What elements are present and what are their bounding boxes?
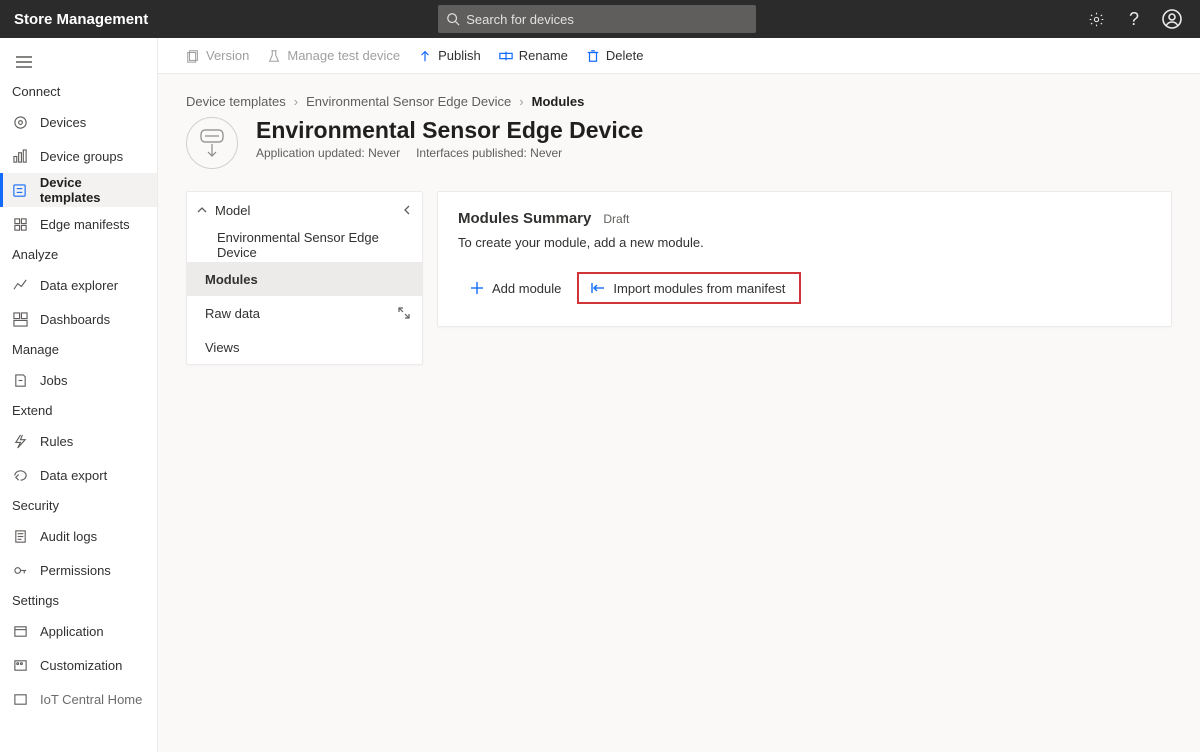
sidebar-item-device-groups[interactable]: Device groups bbox=[0, 139, 157, 173]
import-modules-button[interactable]: Import modules from manifest bbox=[577, 272, 801, 304]
delete-icon bbox=[586, 49, 600, 63]
sidebar-item-permissions[interactable]: Permissions bbox=[0, 553, 157, 587]
crumb-current: Modules bbox=[532, 94, 585, 109]
sidebar-item-dashboards[interactable]: Dashboards bbox=[0, 302, 157, 336]
sidebar-item-rules[interactable]: Rules bbox=[0, 424, 157, 458]
rules-icon bbox=[12, 434, 28, 449]
customization-icon bbox=[12, 658, 28, 673]
account-icon[interactable] bbox=[1162, 9, 1182, 29]
search-icon bbox=[446, 12, 460, 26]
nav-group-settings: Settings bbox=[0, 587, 157, 614]
plus-icon bbox=[470, 281, 484, 295]
search-input[interactable] bbox=[466, 12, 748, 27]
breadcrumb: Device templates › Environmental Sensor … bbox=[186, 94, 1172, 109]
nav-group-connect: Connect bbox=[0, 78, 157, 105]
chevron-left-icon[interactable] bbox=[402, 205, 412, 215]
search-container bbox=[438, 5, 756, 33]
application-icon bbox=[12, 624, 28, 639]
jobs-icon bbox=[12, 373, 28, 388]
sidebar-item-data-explorer[interactable]: Data explorer bbox=[0, 268, 157, 302]
sidebar-item-customization[interactable]: Customization bbox=[0, 648, 157, 682]
search-box[interactable] bbox=[438, 5, 756, 33]
draft-badge: Draft bbox=[603, 212, 629, 226]
crumb-template[interactable]: Environmental Sensor Edge Device bbox=[306, 94, 511, 109]
sidebar-item-application[interactable]: Application bbox=[0, 614, 157, 648]
hamburger-icon[interactable] bbox=[0, 52, 157, 78]
page-title: Environmental Sensor Edge Device bbox=[256, 117, 643, 144]
manage-test-device-icon bbox=[267, 49, 281, 63]
nav-group-analyze: Analyze bbox=[0, 241, 157, 268]
tree-item-modules[interactable]: Modules bbox=[187, 262, 422, 296]
app-title: Store Management bbox=[14, 11, 148, 28]
settings-icon[interactable] bbox=[1086, 9, 1106, 29]
sidebar-item-jobs[interactable]: Jobs bbox=[0, 363, 157, 397]
model-tree-panel: Model Environmental Sensor Edge Device M… bbox=[186, 191, 423, 365]
crumb-root[interactable]: Device templates bbox=[186, 94, 286, 109]
audit-logs-icon bbox=[12, 529, 28, 544]
version-icon bbox=[186, 49, 200, 63]
sidebar: Connect Devices Device groups Device tem… bbox=[0, 38, 158, 752]
modules-summary-title: Modules Summary bbox=[458, 210, 591, 227]
import-icon bbox=[591, 281, 605, 295]
rename-icon bbox=[499, 49, 513, 63]
sidebar-item-iot-central-home[interactable]: IoT Central Home bbox=[0, 682, 157, 716]
cmd-delete[interactable]: Delete bbox=[586, 48, 644, 63]
chevron-right-icon: › bbox=[519, 94, 523, 109]
modules-hint-text: To create your module, add a new module. bbox=[458, 235, 1151, 250]
sidebar-item-devices[interactable]: Devices bbox=[0, 105, 157, 139]
expand-icon[interactable] bbox=[398, 307, 410, 319]
nav-group-manage: Manage bbox=[0, 336, 157, 363]
edge-manifests-icon bbox=[12, 217, 28, 232]
chevron-up-icon bbox=[197, 205, 207, 215]
devices-icon bbox=[12, 115, 28, 130]
cmd-publish[interactable]: Publish bbox=[418, 48, 481, 63]
command-bar: Version Manage test device Publish Renam… bbox=[158, 38, 1200, 74]
cmd-manage-test-device: Manage test device bbox=[267, 48, 400, 63]
sidebar-item-data-export[interactable]: Data export bbox=[0, 458, 157, 492]
tree-model-header[interactable]: Model bbox=[187, 192, 422, 228]
publish-icon bbox=[418, 49, 432, 63]
modules-summary-panel: Modules Summary Draft To create your mod… bbox=[437, 191, 1172, 327]
top-bar: Store Management ? bbox=[0, 0, 1200, 38]
permissions-icon bbox=[12, 563, 28, 578]
device-template-icon bbox=[186, 117, 238, 169]
chevron-right-icon: › bbox=[294, 94, 298, 109]
data-explorer-icon bbox=[12, 278, 28, 293]
sidebar-item-audit-logs[interactable]: Audit logs bbox=[0, 519, 157, 553]
app-updated-label: Application updated: Never bbox=[256, 146, 400, 160]
home-icon bbox=[12, 692, 28, 707]
help-icon[interactable]: ? bbox=[1124, 9, 1144, 29]
nav-group-security: Security bbox=[0, 492, 157, 519]
tree-item-device[interactable]: Environmental Sensor Edge Device bbox=[187, 228, 422, 262]
cmd-version: Version bbox=[186, 48, 249, 63]
data-export-icon bbox=[12, 468, 28, 483]
device-templates-icon bbox=[12, 183, 28, 198]
main-area: Version Manage test device Publish Renam… bbox=[158, 38, 1200, 752]
sidebar-item-edge-manifests[interactable]: Edge manifests bbox=[0, 207, 157, 241]
dashboards-icon bbox=[12, 312, 28, 327]
add-module-button[interactable]: Add module bbox=[458, 272, 573, 304]
device-groups-icon bbox=[12, 149, 28, 164]
interfaces-published-label: Interfaces published: Never bbox=[416, 146, 562, 160]
tree-item-raw-data[interactable]: Raw data bbox=[187, 296, 422, 330]
nav-group-extend: Extend bbox=[0, 397, 157, 424]
tree-item-views[interactable]: Views bbox=[187, 330, 422, 364]
cmd-rename[interactable]: Rename bbox=[499, 48, 568, 63]
sidebar-item-device-templates[interactable]: Device templates bbox=[0, 173, 157, 207]
